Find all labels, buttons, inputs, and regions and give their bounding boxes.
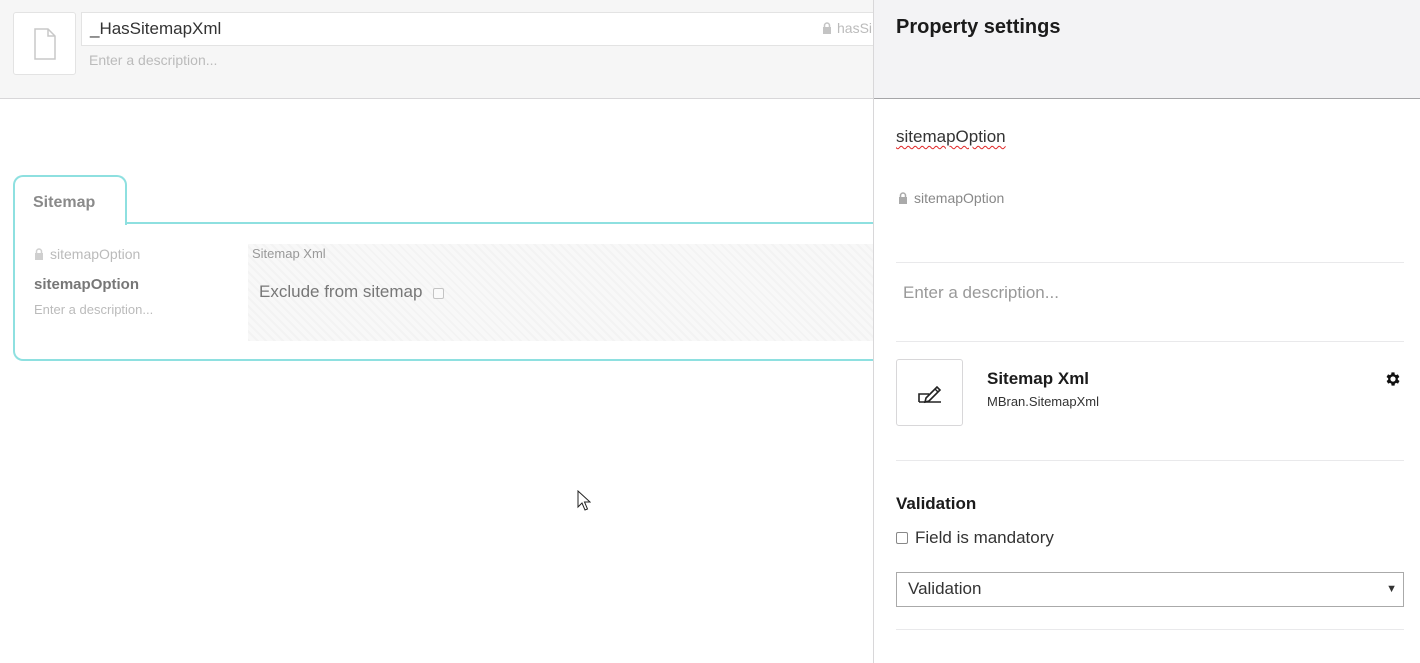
property-alias-text: sitemapOption [50, 246, 141, 262]
divider [896, 341, 1404, 342]
exclude-from-sitemap-checkbox[interactable] [433, 288, 444, 299]
edit-icon [917, 385, 941, 403]
validation-select-value: Validation [908, 579, 982, 598]
validation-heading: Validation [896, 494, 977, 513]
panel-title: Property settings [896, 16, 1061, 38]
mandatory-checkbox[interactable] [896, 532, 908, 544]
property-settings-panel: Property settings sitemapOption sitemapO… [873, 0, 1420, 663]
property-editor-name: Sitemap Xml [252, 246, 326, 261]
panel-header: Property settings [874, 0, 1420, 99]
editor-title: Sitemap Xml [987, 369, 1090, 388]
exclude-from-sitemap-label: Exclude from sitemap [259, 282, 423, 301]
mandatory-label[interactable]: Field is mandatory [915, 528, 1054, 548]
divider [896, 460, 1404, 461]
property-alias-field[interactable]: sitemapOption [898, 190, 1004, 206]
property-description-input[interactable]: Enter a description... [903, 283, 1059, 303]
property-alias-text: sitemapOption [914, 190, 1005, 206]
header-alias-text: hasSi [837, 20, 873, 36]
property-description[interactable]: Enter a description... [34, 302, 153, 317]
lock-icon [899, 192, 907, 204]
gear-icon[interactable] [1384, 370, 1402, 388]
content-type-name-input[interactable]: _HasSitemapXml [81, 12, 901, 46]
editor-alias: MBran.SitemapXml [987, 394, 1099, 409]
chevron-down-icon: ▼ [1386, 583, 1397, 595]
lock-icon [823, 22, 831, 34]
mouse-cursor-icon [577, 490, 591, 511]
validation-select[interactable]: Validation ▼ [896, 572, 1404, 607]
divider [896, 262, 1404, 263]
editor-picker-button[interactable] [896, 359, 963, 426]
mandatory-row[interactable]: Field is mandatory [896, 528, 1054, 548]
group-top-border [126, 222, 886, 224]
header-alias[interactable]: hasSi [822, 20, 872, 36]
group-tab-label[interactable]: Sitemap [33, 194, 95, 212]
header-description-input[interactable]: Enter a description... [89, 52, 217, 68]
document-icon-button[interactable] [13, 12, 76, 75]
document-icon [33, 27, 56, 60]
property-name-input[interactable]: sitemapOption [896, 127, 1006, 147]
divider [896, 629, 1404, 630]
property-alias[interactable]: sitemapOption [34, 246, 140, 262]
lock-icon [35, 248, 43, 260]
property-name[interactable]: sitemapOption [34, 276, 139, 293]
